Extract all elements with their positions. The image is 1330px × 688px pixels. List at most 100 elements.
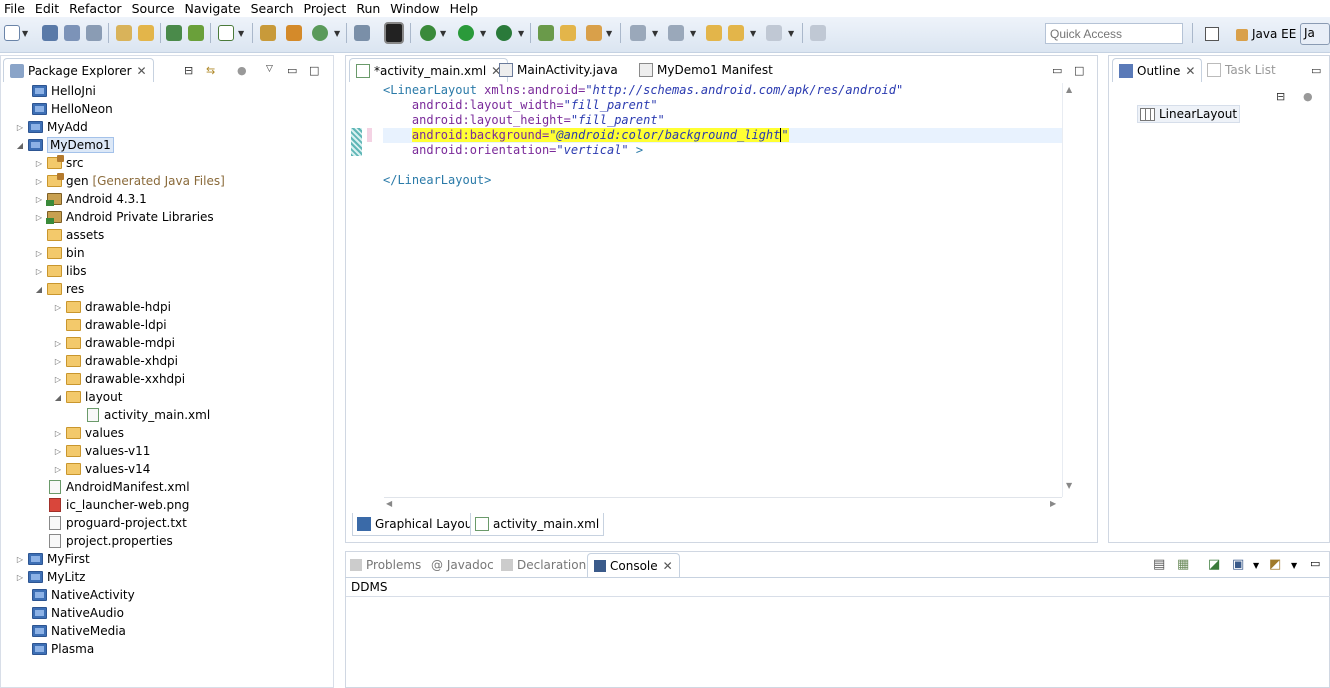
tree-item-myadd[interactable]: ▷ MyAdd	[14, 118, 88, 136]
tree-item-project-properties[interactable]: project.properties	[33, 532, 173, 550]
android-project-icon[interactable]	[188, 25, 204, 41]
tree-item-nativemedia[interactable]: NativeMedia	[18, 622, 126, 640]
sdk-manager-icon[interactable]	[116, 25, 132, 41]
refresh-icon[interactable]	[312, 25, 328, 41]
open-console-dropdown-icon[interactable]: ▼	[1291, 561, 1297, 570]
avd-manager-icon[interactable]	[138, 25, 154, 41]
tab-activity-main-xml[interactable]: *activity_main.xml ✕	[349, 58, 509, 82]
tree-item-drawable-mdpi[interactable]: ▷ drawable-mdpi	[52, 334, 175, 352]
perspective-java[interactable]: Ja	[1300, 23, 1330, 45]
tab-graphical-layout[interactable]: Graphical Layout	[352, 513, 483, 536]
device-icon[interactable]	[384, 22, 404, 44]
skip-breakpoints-icon[interactable]	[354, 25, 370, 41]
editor-vertical-scrollbar[interactable]: ▲ ▼	[1062, 83, 1076, 497]
perspective-javaee[interactable]: Java EE	[1236, 27, 1296, 41]
display-console-icon[interactable]: ▣	[1232, 557, 1244, 572]
forward-icon[interactable]	[766, 25, 782, 41]
maximize-icon[interactable]: □	[1074, 64, 1084, 77]
forward-dropdown-icon[interactable]: ▼	[788, 29, 794, 38]
expand-icon[interactable]: ▷	[52, 303, 64, 312]
open-console-icon[interactable]: ◩	[1269, 557, 1281, 572]
tree-item-src[interactable]: ▷ src	[33, 154, 84, 172]
tree-item-res[interactable]: ◢ res	[33, 280, 84, 298]
tree-item-activity-main-xml[interactable]: activity_main.xml	[71, 406, 210, 424]
external-tools-icon[interactable]	[496, 25, 512, 41]
tree-item-drawable-xxhdpi[interactable]: ▷ drawable-xxhdpi	[52, 370, 185, 388]
tab-outline[interactable]: Outline ✕	[1112, 58, 1203, 82]
menu-file[interactable]: File	[0, 1, 29, 16]
expand-icon[interactable]: ▷	[14, 555, 26, 564]
tree-item-androidmanifest[interactable]: AndroidManifest.xml	[33, 478, 190, 496]
expand-icon[interactable]: ▷	[52, 465, 64, 474]
editor-horizontal-scrollbar[interactable]: ◀ ▶	[384, 497, 1062, 511]
clear-console-icon[interactable]: ▤	[1153, 557, 1165, 572]
open-perspective-icon[interactable]	[1205, 27, 1219, 41]
tab-problems[interactable]: Problems	[350, 553, 421, 577]
minimize-icon[interactable]: ▭	[1052, 64, 1062, 77]
tree-item-gen[interactable]: ▷ gen [Generated Java Files]	[33, 172, 225, 190]
new-class-icon[interactable]	[260, 25, 276, 41]
expand-icon[interactable]: ▷	[52, 375, 64, 384]
tree-item-nativeactivity[interactable]: NativeActivity	[18, 586, 135, 604]
debug-icon[interactable]	[420, 25, 436, 41]
prev-annotation-dropdown-icon[interactable]: ▼	[690, 29, 696, 38]
collapse-all-icon[interactable]: ⊟	[184, 64, 193, 77]
tree-item-layout[interactable]: ◢ layout	[52, 388, 123, 406]
tree-item-proguard[interactable]: proguard-project.txt	[33, 514, 187, 532]
new-icon[interactable]	[4, 25, 20, 41]
menu-project[interactable]: Project	[300, 1, 351, 16]
code-line-2[interactable]: android:layout_width="fill_parent"	[383, 98, 658, 113]
tab-declaration[interactable]: Declaration	[501, 553, 586, 577]
tree-item-ic-launcher-web[interactable]: ic_launcher-web.png	[33, 496, 189, 514]
last-edit-icon[interactable]	[706, 25, 722, 41]
save-icon[interactable]	[42, 25, 58, 41]
tab-mydemo1-manifest[interactable]: MyDemo1 Manifest	[633, 58, 779, 82]
save-all-icon[interactable]	[64, 25, 80, 41]
tree-item-bin[interactable]: ▷ bin	[33, 244, 85, 262]
outline-item-linearlayout[interactable]: LinearLayout	[1137, 105, 1241, 123]
menu-help[interactable]: Help	[446, 1, 483, 16]
menu-window[interactable]: Window	[386, 1, 443, 16]
code-line-7[interactable]: </LinearLayout>	[383, 173, 491, 188]
quick-access-input[interactable]	[1045, 23, 1183, 44]
checkbox-icon[interactable]	[218, 25, 234, 41]
next-annotation-icon[interactable]	[630, 25, 646, 41]
tab-javadoc[interactable]: @ Javadoc	[431, 553, 494, 577]
code-line-3[interactable]: android:layout_height="fill_parent"	[383, 113, 665, 128]
expand-icon[interactable]: ▷	[14, 123, 26, 132]
code-line-4[interactable]: android:background="@android:color/backg…	[383, 128, 789, 143]
expand-icon[interactable]: ▷	[33, 267, 45, 276]
expand-icon[interactable]: ▷	[14, 573, 26, 582]
tree-item-drawable-ldpi[interactable]: drawable-ldpi	[52, 316, 167, 334]
tab-xml-source[interactable]: activity_main.xml	[470, 513, 605, 536]
link-editor-icon[interactable]: ⇆	[206, 64, 215, 77]
run-dropdown-icon[interactable]: ▼	[480, 29, 486, 38]
tree-item-mylitz[interactable]: ▷ MyLitz	[14, 568, 86, 586]
code-line-1[interactable]: <LinearLayout xmlns:android="http://sche…	[383, 83, 903, 98]
tree-item-drawable-hdpi[interactable]: ▷ drawable-hdpi	[52, 298, 171, 316]
minimize-icon[interactable]: ▭	[287, 64, 297, 77]
tree-item-libs[interactable]: ▷ libs	[33, 262, 87, 280]
open-folder-icon[interactable]	[560, 25, 576, 41]
tree-item-android-431[interactable]: ▷ Android 4.3.1	[33, 190, 147, 208]
search-dropdown-icon[interactable]: ▼	[606, 29, 612, 38]
new-dropdown-icon[interactable]: ▼	[22, 29, 28, 38]
focus-icon[interactable]: ●	[237, 64, 247, 77]
tree-item-android-private-libraries[interactable]: ▷ Android Private Libraries	[33, 208, 214, 226]
expand-icon[interactable]: ▷	[33, 195, 45, 204]
minimize-icon[interactable]: ▭	[1310, 557, 1320, 570]
tree-item-hellojni[interactable]: HelloJni	[18, 82, 96, 100]
scroll-left-icon[interactable]: ◀	[386, 499, 392, 508]
package-explorer-tab[interactable]: Package Explorer ✕	[3, 58, 154, 82]
search-tool-icon[interactable]	[586, 25, 602, 41]
collapse-icon[interactable]: ◢	[14, 141, 26, 150]
tab-console[interactable]: Console ✕	[587, 553, 680, 577]
open-type-icon[interactable]	[538, 25, 554, 41]
tree-item-values-v11[interactable]: ▷ values-v11	[52, 442, 151, 460]
pin-editor-icon[interactable]	[810, 25, 826, 41]
run-icon[interactable]	[458, 25, 474, 41]
outline-layout-icon[interactable]: ⊟	[1276, 90, 1285, 103]
checkbox-dropdown-icon[interactable]: ▼	[238, 29, 244, 38]
tree-item-values-v14[interactable]: ▷ values-v14	[52, 460, 151, 478]
menu-source[interactable]: Source	[128, 1, 179, 16]
